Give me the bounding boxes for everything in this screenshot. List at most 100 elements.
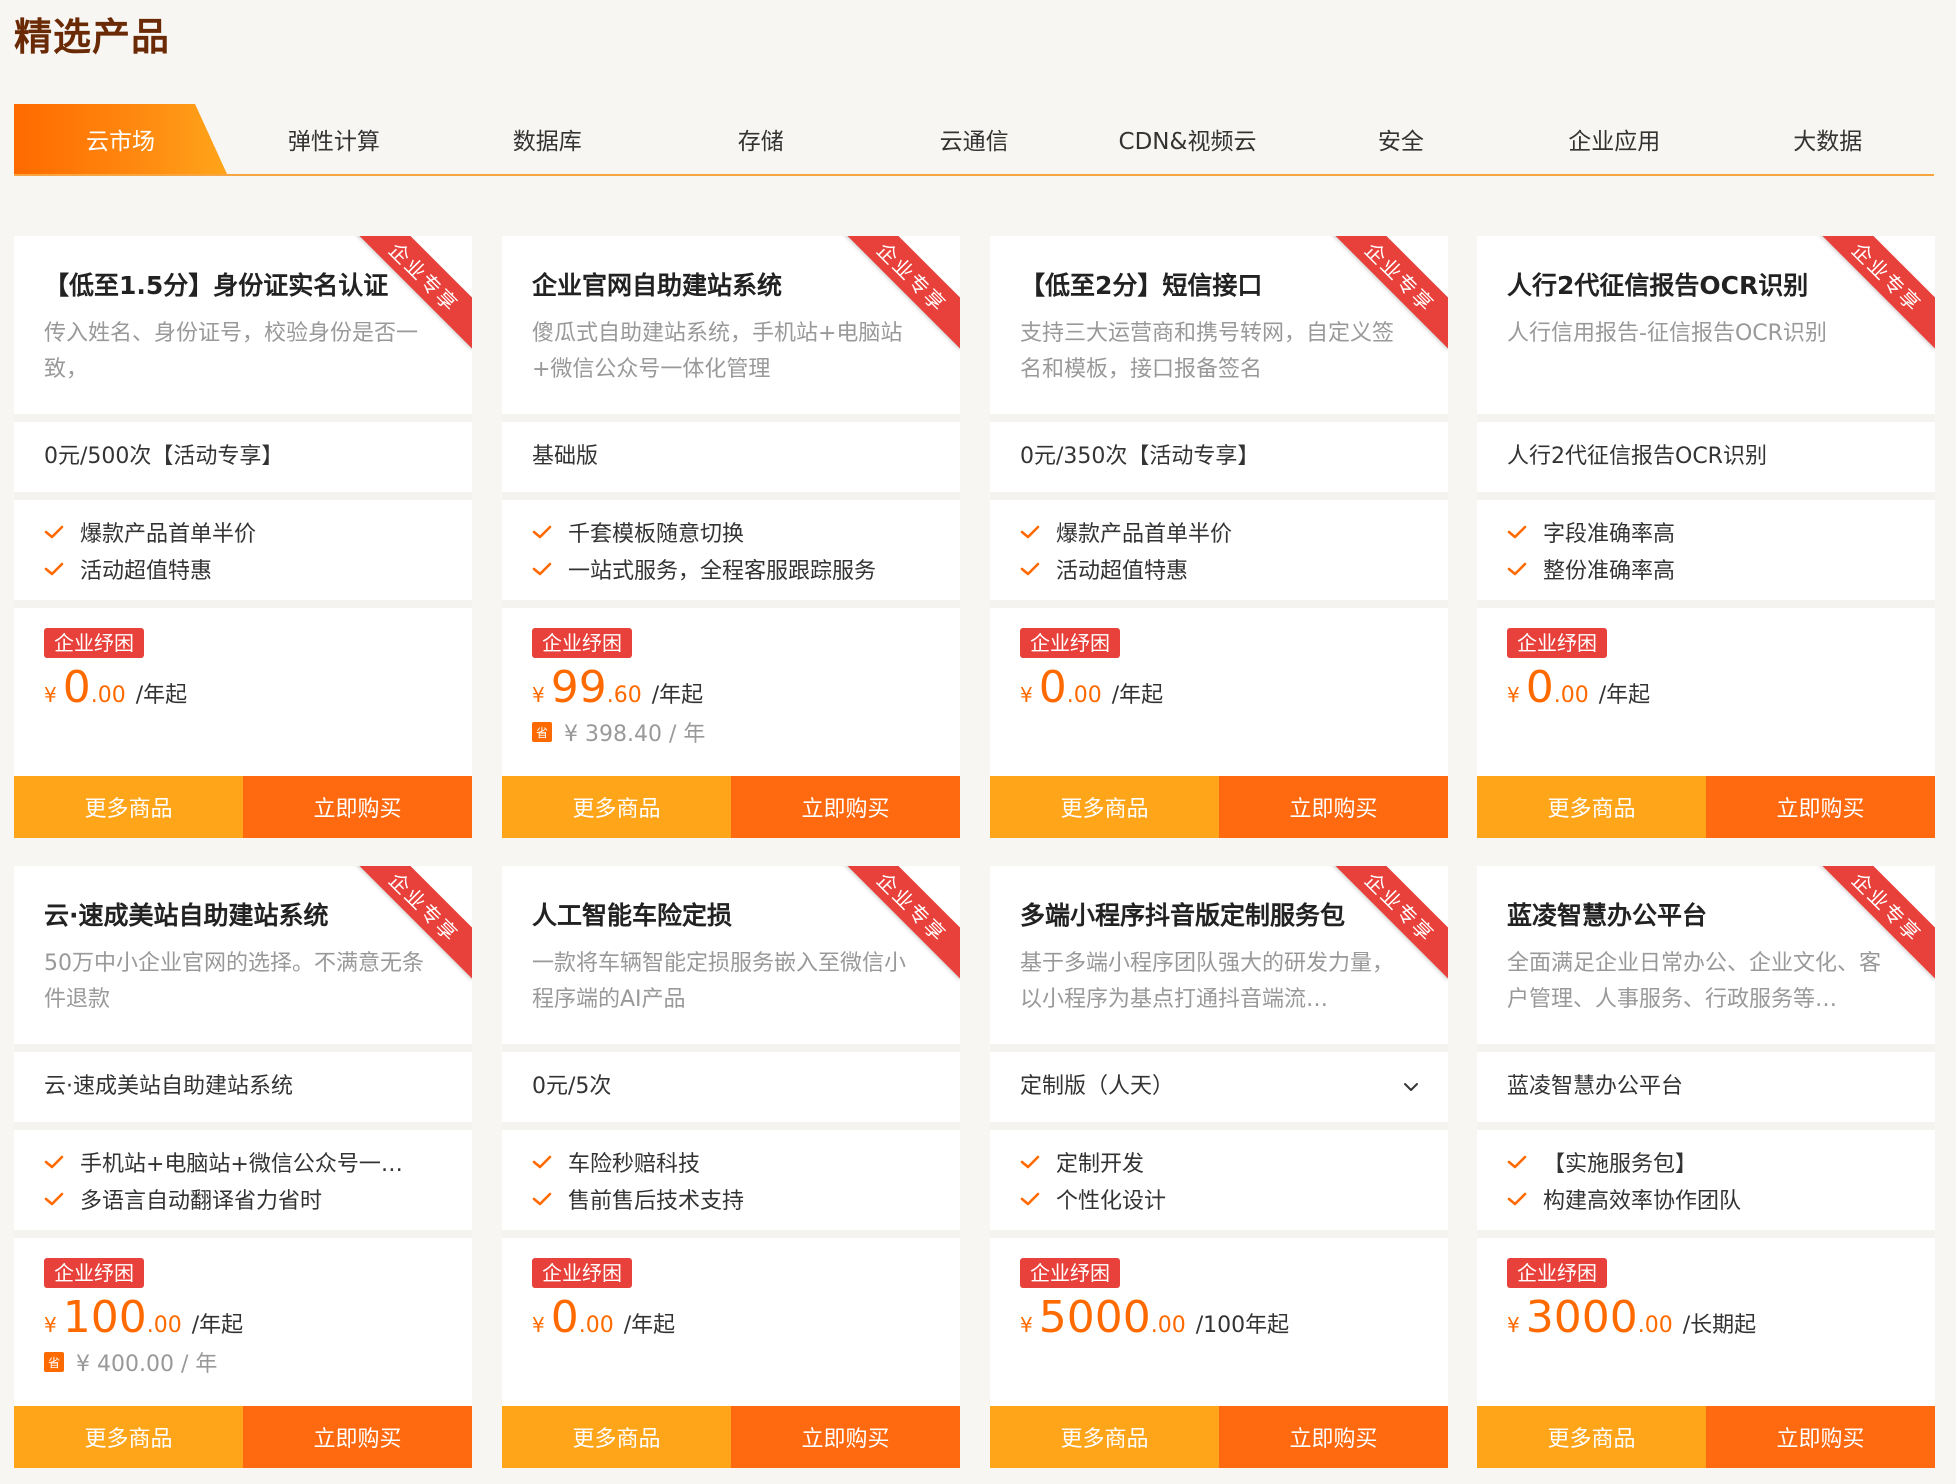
check-icon: [1020, 1192, 1040, 1206]
product-title[interactable]: 企业官网自助建站系统: [532, 266, 912, 302]
feature-item: 构建高效率协作团队: [1507, 1181, 1917, 1217]
price-decimal: .60: [606, 683, 642, 708]
tab-2[interactable]: 数据库: [441, 104, 654, 174]
feature-text: 个性化设计: [1056, 1189, 1167, 1214]
product-title[interactable]: 【低至1.5分】身份证实名认证: [44, 266, 424, 302]
price-unit: /年起: [1598, 683, 1651, 708]
tab-8[interactable]: 大数据: [1721, 104, 1934, 174]
currency-symbol: ¥: [1507, 1313, 1520, 1337]
buy-now-button[interactable]: 立即购买: [243, 776, 472, 838]
spec-select[interactable]: 定制版（人天）: [990, 1052, 1448, 1122]
feature-list: 定制开发个性化设计: [990, 1130, 1448, 1230]
more-products-button[interactable]: 更多商品: [14, 1406, 243, 1468]
product-title[interactable]: 多端小程序抖音版定制服务包: [1020, 896, 1400, 932]
price-integer: 0: [1525, 662, 1554, 713]
feature-item: 【实施服务包】: [1507, 1144, 1917, 1180]
price-decimal: .00: [578, 1313, 614, 1338]
buy-now-button[interactable]: 立即购买: [1219, 776, 1448, 838]
relief-badge: 企业纾困: [1020, 628, 1120, 658]
original-price: 省 ¥ 398.40 / 年: [532, 716, 705, 748]
more-products-button[interactable]: 更多商品: [990, 1406, 1219, 1468]
price-decimal: .00: [90, 683, 126, 708]
price-integer: 3000: [1525, 1292, 1638, 1343]
product-card[interactable]: 【低至1.5分】身份证实名认证 传入姓名、身份证号，校验身份是否一致， 企业专享…: [14, 236, 472, 838]
relief-badge: 企业纾困: [532, 1258, 632, 1288]
spec-text: 人行2代征信报告OCR识别: [1507, 444, 1767, 469]
feature-item: 活动超值特惠: [1020, 551, 1430, 587]
buy-now-button[interactable]: 立即购买: [731, 776, 960, 838]
spec-text: 0元/350次【活动专享】: [1020, 444, 1260, 469]
price-area: 企业纾困 ¥ 0 .00 /年起: [1477, 608, 1935, 776]
feature-text: 字段准确率高: [1543, 522, 1676, 547]
tab-1[interactable]: 弹性计算: [227, 104, 440, 174]
product-title[interactable]: 人行2代征信报告OCR识别: [1507, 266, 1887, 302]
more-products-button[interactable]: 更多商品: [990, 776, 1219, 838]
currency-symbol: ¥: [532, 1313, 545, 1337]
product-title[interactable]: 云·速成美站自助建站系统: [44, 896, 424, 932]
card-actions: 更多商品 立即购买: [14, 776, 472, 838]
product-description: 傻瓜式自助建站系统，手机站+电脑站+微信公众号一体化管理: [532, 321, 903, 382]
chevron-down-icon[interactable]: [1402, 1078, 1420, 1096]
tab-7[interactable]: 企业应用: [1508, 104, 1721, 174]
buy-now-button[interactable]: 立即购买: [1706, 1406, 1935, 1468]
product-title[interactable]: 【低至2分】短信接口: [1020, 266, 1400, 302]
feature-item: 个性化设计: [1020, 1181, 1430, 1217]
price-unit: /年起: [623, 1313, 676, 1338]
card-actions: 更多商品 立即购买: [990, 1406, 1448, 1468]
price: ¥ 0 .00 /年起: [1507, 662, 1650, 716]
price-integer: 0: [550, 1292, 579, 1343]
feature-item: 车险秒赔科技: [532, 1144, 942, 1180]
product-title[interactable]: 蓝凌智慧办公平台: [1507, 896, 1887, 932]
buy-now-button[interactable]: 立即购买: [1706, 776, 1935, 838]
feature-item: 千套模板随意切换: [532, 514, 942, 550]
product-card[interactable]: 人工智能车险定损 一款将车辆智能定损服务嵌入至微信小程序端的AI产品 企业专享 …: [502, 866, 960, 1468]
price: ¥ 0 .00 /年起: [532, 1292, 675, 1346]
feature-list: 千套模板随意切换 一站式服务，全程客服跟踪服务: [502, 500, 960, 600]
currency-symbol: ¥: [532, 683, 545, 707]
feature-item: 定制开发: [1020, 1144, 1430, 1180]
feature-text: 手机站+电脑站+微信公众号一…: [80, 1152, 403, 1177]
product-card[interactable]: 企业官网自助建站系统 傻瓜式自助建站系统，手机站+电脑站+微信公众号一体化管理 …: [502, 236, 960, 838]
product-card[interactable]: 多端小程序抖音版定制服务包 基于多端小程序团队强大的研发力量，以小程序为基点打通…: [990, 866, 1448, 1468]
more-products-button[interactable]: 更多商品: [502, 1406, 731, 1468]
feature-text: 多语言自动翻译省力省时: [80, 1189, 323, 1214]
card-header: 云·速成美站自助建站系统 50万中小企业官网的选择。不满意无条件退款 企业专享: [14, 866, 472, 1044]
product-card[interactable]: 【低至2分】短信接口 支持三大运营商和携号转网，自定义签名和模板，接口报备签名 …: [990, 236, 1448, 838]
feature-item: 一站式服务，全程客服跟踪服务: [532, 551, 942, 587]
spec-text: 云·速成美站自助建站系统: [44, 1074, 293, 1099]
more-products-button[interactable]: 更多商品: [14, 776, 243, 838]
feature-list: 字段准确率高 整份准确率高: [1477, 500, 1935, 600]
product-card[interactable]: 云·速成美站自助建站系统 50万中小企业官网的选择。不满意无条件退款 企业专享 …: [14, 866, 472, 1468]
tab-0[interactable]: 云市场: [14, 104, 227, 174]
buy-now-button[interactable]: 立即购买: [243, 1406, 472, 1468]
save-icon: 省: [532, 722, 552, 742]
more-products-button[interactable]: 更多商品: [1477, 1406, 1706, 1468]
product-description: 一款将车辆智能定损服务嵌入至微信小程序端的AI产品: [532, 951, 907, 1012]
card-header: 【低至1.5分】身份证实名认证 传入姓名、身份证号，校验身份是否一致， 企业专享: [14, 236, 472, 414]
price-integer: 0: [1038, 662, 1067, 713]
feature-item: 售前售后技术支持: [532, 1181, 942, 1217]
product-card[interactable]: 蓝凌智慧办公平台 全面满足企业日常办公、企业文化、客户管理、人事服务、行政服务等…: [1477, 866, 1935, 1468]
more-products-button[interactable]: 更多商品: [502, 776, 731, 838]
price-unit: /年起: [1111, 683, 1164, 708]
card-actions: 更多商品 立即购买: [14, 1406, 472, 1468]
tab-3[interactable]: 存储: [654, 104, 867, 174]
relief-badge: 企业纾困: [1507, 628, 1607, 658]
tab-5[interactable]: CDN&视频云: [1081, 104, 1294, 174]
buy-now-button[interactable]: 立即购买: [1219, 1406, 1448, 1468]
tab-4[interactable]: 云通信: [868, 104, 1081, 174]
feature-text: 车险秒赔科技: [568, 1152, 701, 1177]
feature-text: 【实施服务包】: [1543, 1152, 1698, 1177]
price-unit: /年起: [191, 1313, 244, 1338]
product-title[interactable]: 人工智能车险定损: [532, 896, 912, 932]
product-card[interactable]: 人行2代征信报告OCR识别 人行信用报告-征信报告OCR识别 企业专享 人行2代…: [1477, 236, 1935, 838]
currency-symbol: ¥: [1020, 1313, 1033, 1337]
feature-list: 爆款产品首单半价 活动超值特惠: [990, 500, 1448, 600]
buy-now-button[interactable]: 立即购买: [731, 1406, 960, 1468]
price-unit: /年起: [651, 683, 704, 708]
more-products-button[interactable]: 更多商品: [1477, 776, 1706, 838]
currency-symbol: ¥: [44, 1313, 57, 1337]
check-icon: [1020, 525, 1040, 539]
tab-6[interactable]: 安全: [1294, 104, 1507, 174]
feature-item: 字段准确率高: [1507, 514, 1917, 550]
